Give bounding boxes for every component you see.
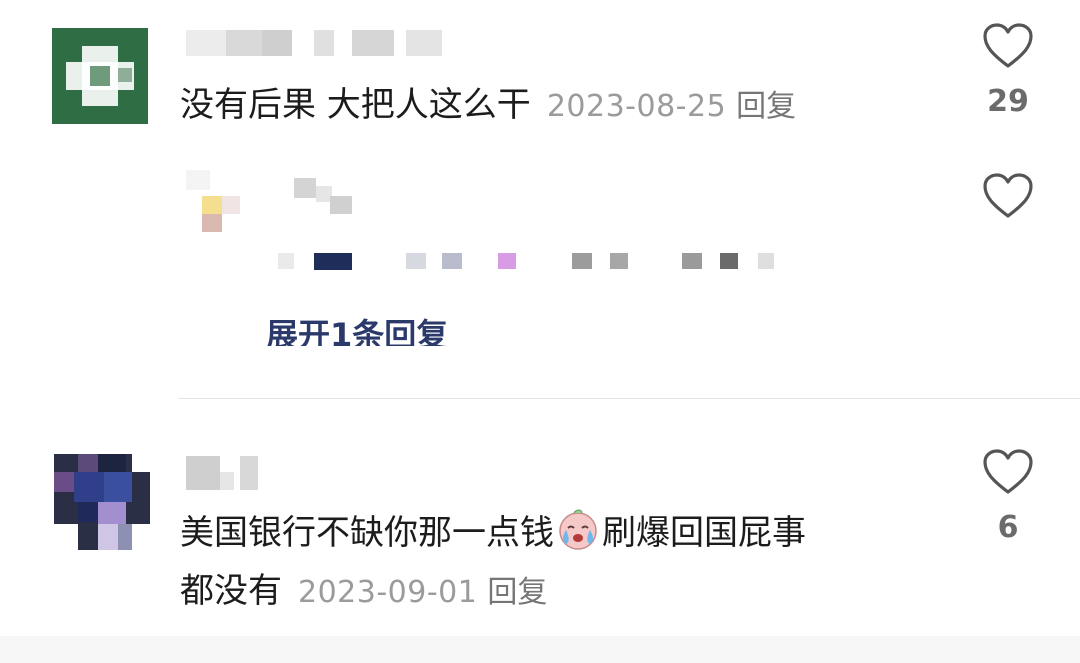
comment-date: 2023-09-01 [298,575,478,610]
comment-body: 美国银行不缺你那一点钱 刷爆回国屁事 [180,508,806,556]
avatar[interactable] [54,454,150,550]
like-button[interactable]: 6 [968,448,1048,545]
bottom-bar [0,636,1080,663]
comment-date: 2023-08-25 [546,89,727,124]
heart-outline-icon [983,23,1033,68]
comment-text-continued: 刷爆回国屁事 [602,513,806,553]
like-count: 29 [987,84,1029,119]
heart-outline-icon [983,173,1033,218]
reply-button[interactable]: 回复 [487,575,547,610]
comment-text: 没有后果 大把人这么干 [180,85,531,125]
like-button[interactable]: 29 [968,22,1048,119]
like-button[interactable] [968,172,1048,220]
comment-text: 美国银行不缺你那一点钱 [180,513,554,553]
avatar[interactable] [52,28,148,124]
divider [178,398,1080,399]
crying-face-emoji [559,509,597,550]
comment-body: 没有后果 大把人这么干 2023-08-25 回复 [180,82,796,130]
avatar[interactable] [186,170,250,234]
expand-replies-button[interactable]: 展开1条回复 [266,312,448,346]
heart-outline-icon [983,449,1033,494]
comment-body-line2: 都没有 2023-09-01 回复 [180,568,547,616]
comment-text: 都没有 [180,571,282,611]
reply-button[interactable]: 回复 [736,89,796,124]
like-count: 6 [997,510,1019,545]
comment-list: 没有后果 大把人这么干 2023-08-25 回复 29 展开1条回复 美国银行… [0,0,1080,663]
